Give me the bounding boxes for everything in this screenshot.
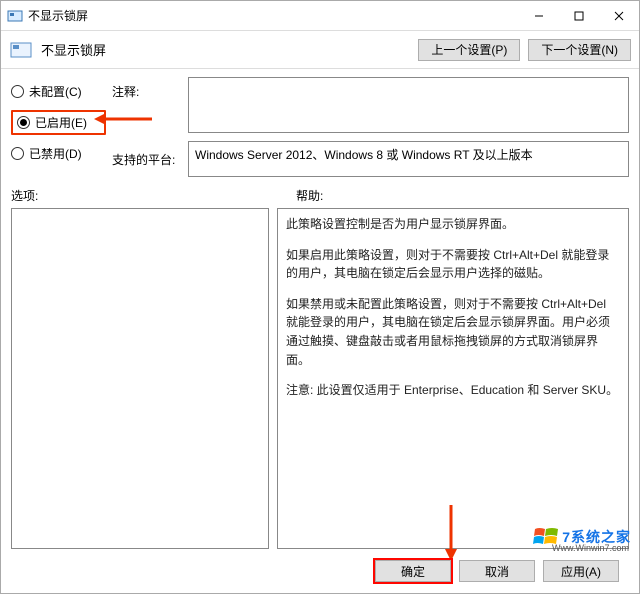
policy-title: 不显示锁屏 bbox=[41, 40, 410, 59]
comment-label: 注释: bbox=[112, 77, 182, 137]
maximize-button[interactable] bbox=[559, 1, 599, 30]
options-pane[interactable] bbox=[11, 208, 269, 549]
field-values: Windows Server 2012、Windows 8 或 Windows … bbox=[188, 77, 629, 177]
close-button[interactable] bbox=[599, 1, 639, 30]
help-paragraph: 此策略设置控制是否为用户显示锁屏界面。 bbox=[286, 215, 620, 234]
platform-display: Windows Server 2012、Windows 8 或 Windows … bbox=[188, 141, 629, 177]
app-icon bbox=[7, 8, 23, 24]
mid-labels: 选项: 帮助: bbox=[11, 187, 629, 204]
state-radios: 未配置(C) 已启用(E) 已禁用(D) bbox=[11, 77, 106, 177]
minimize-button[interactable] bbox=[519, 1, 559, 30]
apply-button[interactable]: 应用(A) bbox=[543, 560, 619, 582]
help-paragraph: 如果启用此策略设置，则对于不需要按 Ctrl+Alt+Del 就能登录的用户，其… bbox=[286, 246, 620, 283]
window-title: 不显示锁屏 bbox=[28, 7, 519, 24]
footer: 确定 取消 应用(A) bbox=[11, 549, 629, 593]
radio-label: 已启用(E) bbox=[35, 114, 87, 131]
header-row: 不显示锁屏 上一个设置(P) 下一个设置(N) bbox=[1, 31, 639, 69]
field-labels: 注释: 支持的平台: bbox=[112, 77, 182, 177]
radio-dot-icon bbox=[11, 85, 24, 98]
prev-setting-button[interactable]: 上一个设置(P) bbox=[418, 39, 520, 61]
titlebar: 不显示锁屏 bbox=[1, 1, 639, 31]
options-label: 选项: bbox=[11, 187, 296, 204]
radio-unconfigured[interactable]: 未配置(C) bbox=[11, 83, 106, 100]
cancel-button[interactable]: 取消 bbox=[459, 560, 535, 582]
radio-dot-icon bbox=[11, 147, 24, 160]
radio-dot-icon bbox=[17, 116, 30, 129]
help-paragraph: 如果禁用或未配置此策略设置，则对于不需要按 Ctrl+Alt+Del 就能登录的… bbox=[286, 295, 620, 369]
help-paragraph: 注意: 此设置仅适用于 Enterprise、Education 和 Serve… bbox=[286, 381, 620, 400]
radio-enabled[interactable]: 已启用(E) bbox=[17, 114, 87, 131]
platform-label: 支持的平台: bbox=[112, 137, 182, 177]
window-buttons bbox=[519, 1, 639, 30]
radio-label: 未配置(C) bbox=[29, 83, 82, 100]
help-pane: 此策略设置控制是否为用户显示锁屏界面。 如果启用此策略设置，则对于不需要按 Ct… bbox=[277, 208, 629, 549]
policy-icon bbox=[9, 38, 33, 62]
ok-button[interactable]: 确定 bbox=[375, 560, 451, 582]
next-setting-button[interactable]: 下一个设置(N) bbox=[528, 39, 631, 61]
top-row: 未配置(C) 已启用(E) 已禁用(D) 注释: 支持的平台: bbox=[11, 77, 629, 177]
body: 未配置(C) 已启用(E) 已禁用(D) 注释: 支持的平台: bbox=[1, 69, 639, 593]
comment-input[interactable] bbox=[188, 77, 629, 133]
gpo-editor-window: 不显示锁屏 不显示锁屏 上一个设置(P) 下一个设置(N) 未配 bbox=[0, 0, 640, 594]
radio-label: 已禁用(D) bbox=[29, 145, 82, 162]
help-label: 帮助: bbox=[296, 187, 323, 204]
panes: 此策略设置控制是否为用户显示锁屏界面。 如果启用此策略设置，则对于不需要按 Ct… bbox=[11, 208, 629, 549]
highlight-enabled: 已启用(E) bbox=[11, 110, 106, 135]
radio-disabled[interactable]: 已禁用(D) bbox=[11, 145, 106, 162]
